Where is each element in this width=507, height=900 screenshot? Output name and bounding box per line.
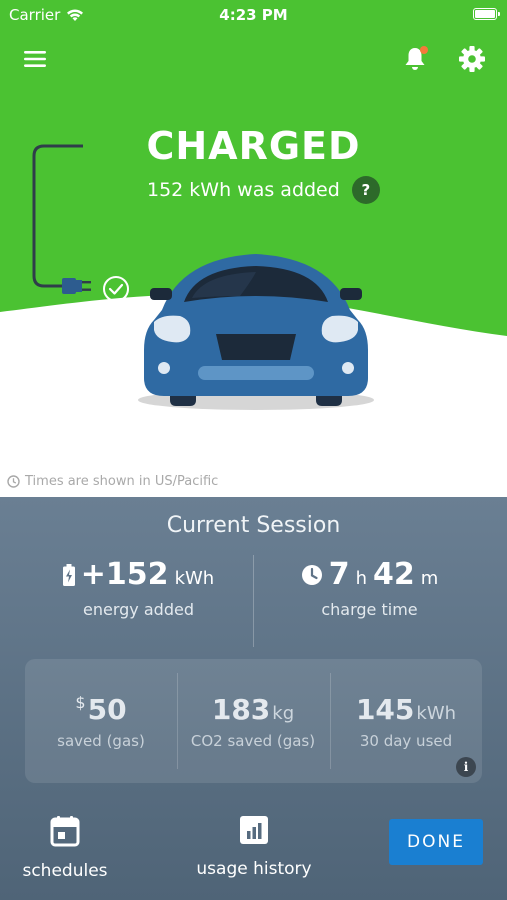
energy-added-stat: +152 kWh energy added — [12, 557, 265, 619]
settings-gear-icon[interactable] — [457, 44, 487, 74]
schedules-button[interactable]: schedules — [20, 815, 110, 881]
charge-time-label: charge time — [321, 600, 418, 619]
session-title: Current Session — [166, 513, 341, 538]
co2-saved-stat: 183 kg CO2 saved (gas) — [177, 693, 329, 750]
charge-time-stat: 7 h 42 m charge time — [243, 557, 496, 619]
charge-status-area: Carrier 4:23 PM CHARGED 152 kWh was adde… — [0, 0, 507, 497]
schedules-label: schedules — [22, 861, 108, 881]
notifications-bell-icon[interactable] — [400, 44, 430, 74]
energy-added-unit: kWh — [174, 568, 215, 589]
check-circle-icon — [103, 276, 129, 302]
co2-saved-value: 183 — [211, 693, 271, 726]
charging-plug-illustration — [32, 144, 129, 302]
battery-charging-icon — [62, 563, 75, 586]
clock-icon — [7, 475, 20, 488]
charge-time-minutes-unit: m — [420, 568, 439, 589]
currency-symbol: $ — [75, 693, 86, 712]
money-saved-label: saved (gas) — [57, 732, 145, 750]
usage-30-day-stat: 145 kWh 30 day used — [330, 693, 482, 750]
status-bar: Carrier 4:23 PM — [0, 0, 507, 30]
money-saved-value: 50 — [87, 693, 127, 726]
charge-time-hours-unit: h — [355, 568, 367, 589]
calendar-icon — [50, 816, 80, 847]
energy-added-text: 152 kWh was added — [147, 179, 340, 201]
clock: 4:23 PM — [219, 6, 288, 24]
co2-saved-label: CO2 saved (gas) — [190, 732, 316, 750]
bar-chart-icon — [240, 816, 268, 844]
usage-30-day-unit: kWh — [416, 703, 457, 724]
charge-time-hours: 7 — [328, 557, 350, 592]
usage-30-day-label: 30 day used — [359, 732, 453, 750]
energy-added-summary: 152 kWh was added ? — [147, 176, 380, 204]
usage-history-label: usage history — [196, 859, 312, 879]
co2-saved-unit: kg — [272, 703, 295, 724]
hamburger-menu-icon[interactable] — [22, 48, 48, 70]
usage-history-button[interactable]: usage history — [196, 815, 312, 879]
timezone-text: Times are shown in US/Pacific — [25, 474, 219, 489]
energy-added-label: energy added — [83, 600, 194, 619]
help-button[interactable]: ? — [351, 176, 380, 204]
timezone-note: Times are shown in US/Pacific — [7, 474, 218, 489]
battery-icon — [473, 8, 500, 20]
done-button[interactable]: DONE — [389, 819, 483, 865]
clock-icon — [301, 564, 322, 585]
charge-time-minutes: 42 — [373, 557, 415, 592]
notification-dot — [420, 46, 428, 54]
money-saved-stat: $ 50 saved (gas) — [25, 693, 177, 750]
session-panel: Current Session +152 kWh energy added 7 … — [0, 497, 507, 900]
car-illustration — [138, 254, 374, 410]
savings-card: $ 50 saved (gas) 183 kg CO2 saved (gas) … — [25, 659, 482, 783]
energy-added-value: +152 — [80, 557, 169, 592]
usage-30-day-value: 145 — [355, 693, 415, 726]
info-button[interactable]: i — [456, 757, 476, 777]
